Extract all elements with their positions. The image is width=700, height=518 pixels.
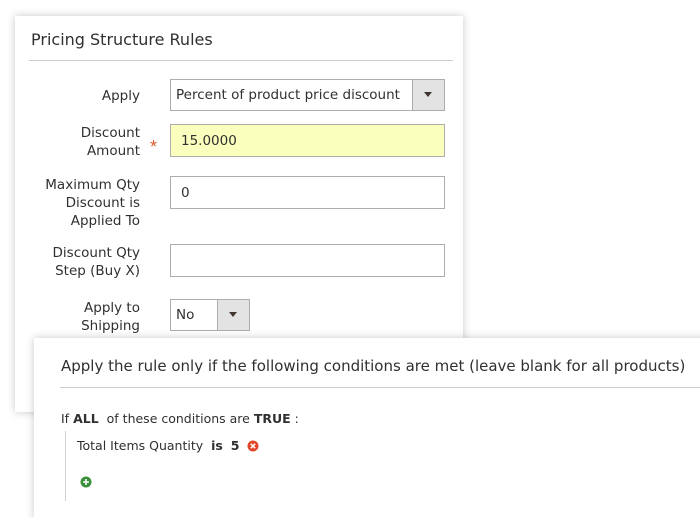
- rule-value[interactable]: 5: [231, 438, 240, 453]
- apply-shipping-value: No: [176, 307, 195, 323]
- apply-label: Apply: [101, 88, 140, 104]
- discount-amount-input[interactable]: [170, 124, 445, 157]
- apply-shipping-select[interactable]: No: [170, 299, 250, 331]
- chevron-down-icon: [229, 312, 237, 317]
- add-condition-icon[interactable]: [80, 476, 92, 488]
- condition-rule: Total Items Quantity is 5: [77, 438, 259, 453]
- apply-select[interactable]: Percent of product price discount: [170, 79, 445, 111]
- apply-shipping-label: Apply to Shipping: [81, 300, 140, 334]
- pricing-structure-title: Pricing Structure Rules: [31, 30, 213, 49]
- max-qty-label: Maximum Qty Discount is Applied To: [45, 177, 140, 229]
- rule-attribute: Total Items Quantity: [77, 438, 204, 453]
- required-asterisk: *: [150, 137, 158, 157]
- conditions-suffix: :: [294, 411, 299, 426]
- conditions-tree-line: [65, 431, 66, 501]
- qty-step-label: Discount Qty Step (Buy X): [52, 245, 140, 279]
- title-divider: [29, 60, 453, 61]
- conditions-divider: [60, 387, 700, 388]
- conditions-panel: Apply the rule only if the following con…: [34, 338, 700, 518]
- max-qty-input[interactable]: [170, 176, 445, 209]
- apply-shipping-arrow[interactable]: [217, 300, 249, 330]
- apply-select-arrow[interactable]: [412, 80, 444, 110]
- apply-select-value: Percent of product price discount: [176, 87, 400, 103]
- remove-condition-icon[interactable]: [247, 440, 259, 452]
- if-text: If: [61, 411, 70, 426]
- conditions-middle-text: of these conditions are: [106, 411, 250, 426]
- rule-operator[interactable]: is: [211, 438, 223, 453]
- discount-amount-label: Discount Amount: [80, 125, 140, 159]
- value-toggle[interactable]: TRUE: [254, 411, 291, 426]
- chevron-down-icon: [424, 92, 432, 97]
- aggregator-toggle[interactable]: ALL: [73, 411, 99, 426]
- qty-step-input[interactable]: [170, 244, 445, 277]
- conditions-title: Apply the rule only if the following con…: [61, 357, 686, 375]
- conditions-aggregator-line: If ALL of these conditions are TRUE :: [61, 411, 299, 426]
